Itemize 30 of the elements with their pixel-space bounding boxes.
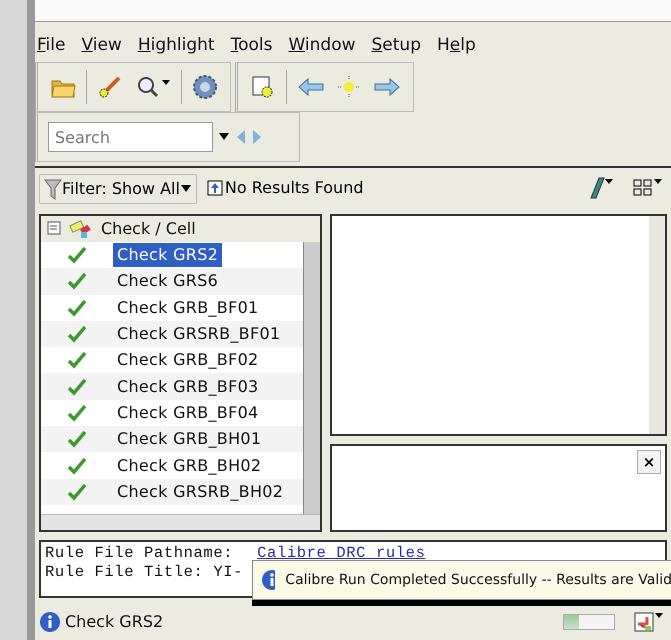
funnel-icon (44, 178, 62, 200)
close-button[interactable]: × (637, 450, 661, 474)
tree-item[interactable]: Check GRB_BF01 (113, 296, 263, 320)
status-text: Check GRS2 (65, 611, 164, 633)
list-icon (47, 221, 63, 237)
notification-text: Calibre Run Completed Successfully -- Results are Valid (285, 570, 671, 590)
menu-item[interactable]: Window (288, 30, 364, 62)
tree-item[interactable]: Check GRB_BF04 (113, 400, 263, 425)
log-line: Rule File Pathname: (45, 544, 234, 563)
tree-item[interactable]: Check GRB_BF02 (113, 348, 263, 372)
menu-item[interactable]: Setup (372, 30, 429, 62)
log-link[interactable]: Calibre DRC rules (257, 544, 426, 563)
settings-icon[interactable] (190, 72, 220, 102)
column-header[interactable]: Check / Cell (41, 216, 320, 242)
info-icon (39, 611, 61, 633)
log-line: Rule File Title: YI- (45, 563, 244, 582)
menu-item[interactable]: File (37, 30, 74, 62)
filter-button[interactable]: Filter: Show All (39, 174, 197, 204)
info-icon (261, 569, 276, 591)
menu-item[interactable]: View (81, 30, 130, 62)
menu-item[interactable]: Help (437, 30, 484, 62)
menu-item[interactable]: Tools (230, 30, 280, 62)
results-icon (204, 179, 225, 197)
search-field[interactable]: Search (48, 122, 213, 152)
tree-item[interactable]: Check GRS2 (113, 243, 222, 268)
caret-icon (180, 184, 192, 194)
tree-item[interactable]: Check GRB_BH02 (113, 454, 266, 478)
horizontal-scrollbar[interactable] (41, 514, 320, 530)
menu-item[interactable]: Highlight (138, 30, 223, 62)
scrollbar[interactable] (304, 242, 320, 514)
